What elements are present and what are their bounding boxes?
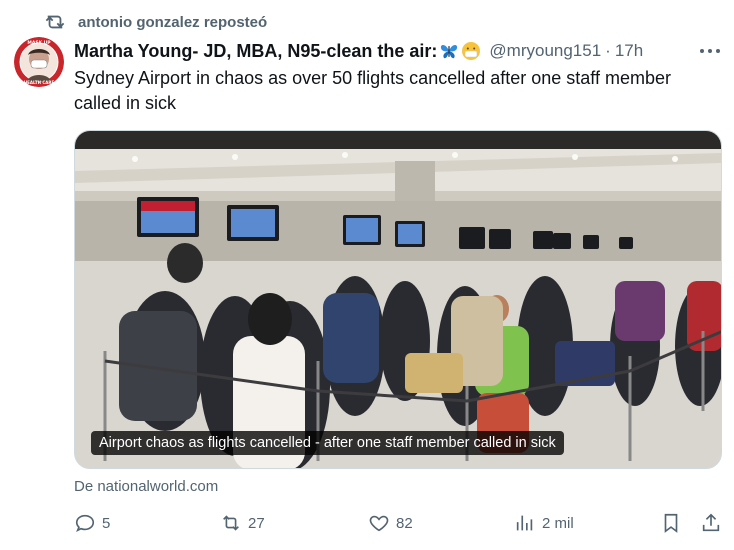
post-time[interactable]: 17h <box>615 41 643 61</box>
separator-dot: · <box>605 41 611 60</box>
bookmark-button[interactable] <box>660 510 688 536</box>
heart-icon <box>368 512 390 534</box>
repost-icon <box>44 12 66 32</box>
bookmark-icon <box>660 512 682 534</box>
reply-count: 5 <box>102 514 111 532</box>
reply-icon <box>74 512 96 534</box>
action-bar: 5 27 82 2 mil <box>74 510 724 536</box>
repost-text[interactable]: antonio gonzalez reposteó <box>78 14 267 31</box>
link-card[interactable]: Airport chaos as flights cancelled - aft… <box>74 130 722 469</box>
retweet-button[interactable]: 27 <box>220 510 265 536</box>
svg-text:MASK UP: MASK UP <box>27 40 51 46</box>
like-button[interactable]: 82 <box>368 510 413 536</box>
repost-header: antonio gonzalez reposteó <box>44 12 267 32</box>
avatar[interactable]: MASK UP HEALTH CARE <box>14 37 64 87</box>
retweet-count: 27 <box>248 514 265 532</box>
svg-text:HEALTH CARE: HEALTH CARE <box>24 80 55 85</box>
share-button[interactable] <box>700 510 728 536</box>
like-count: 82 <box>396 514 413 532</box>
butterfly-emoji <box>439 41 459 61</box>
author-handle[interactable]: @mryoung151 <box>489 41 601 61</box>
card-caption: Airport chaos as flights cancelled - aft… <box>91 431 564 455</box>
views-button[interactable]: 2 mil <box>514 510 574 536</box>
link-source[interactable]: De nationalworld.com <box>74 478 218 495</box>
more-options-icon[interactable] <box>698 42 722 60</box>
share-icon <box>700 512 722 534</box>
tweet-text: Sydney Airport in chaos as over 50 fligh… <box>74 68 671 113</box>
views-count: 2 mil <box>542 514 574 532</box>
tweet-header: Martha Young- JD, MBA, N95-clean the air… <box>74 38 684 64</box>
views-icon <box>514 512 536 534</box>
reply-button[interactable]: 5 <box>74 510 110 536</box>
author-name[interactable]: Martha Young- JD, MBA, N95-clean the air… <box>74 41 437 62</box>
retweet-icon <box>220 512 242 534</box>
airport-check-in-queue-photo <box>75 131 721 468</box>
mask-face-emoji <box>461 41 481 61</box>
